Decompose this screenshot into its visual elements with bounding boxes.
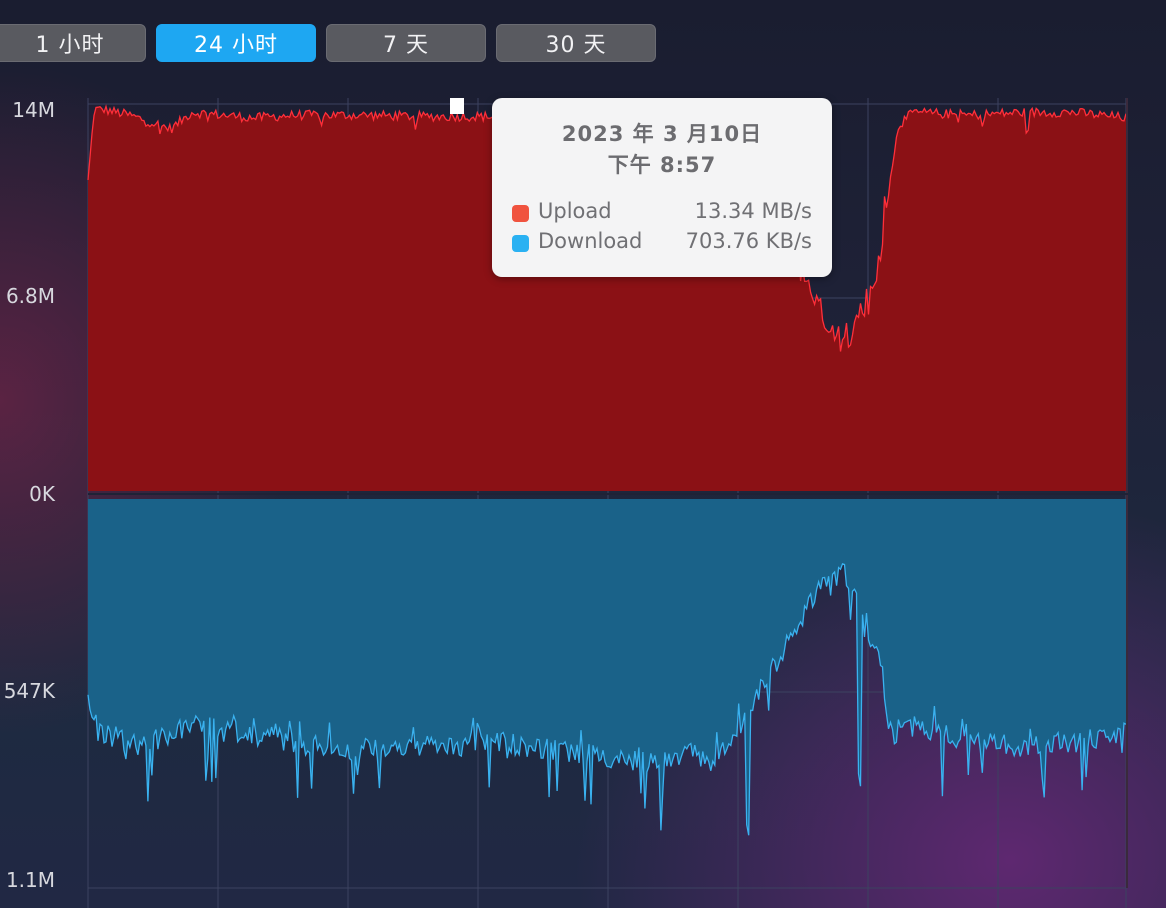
- tooltip-download-label: Download: [538, 229, 643, 253]
- download-swatch-icon: [512, 235, 529, 252]
- upload-swatch-icon: [512, 205, 529, 222]
- hover-cursor-marker: [450, 98, 464, 114]
- y-tick-label: 0K: [29, 482, 56, 506]
- tooltip-upload-label: Upload: [538, 199, 612, 223]
- tooltip-time: 下午 8:57: [607, 153, 717, 177]
- tooltip-row-download: Download 703.76 KB/s: [512, 229, 812, 257]
- tooltip-row-upload: Upload 13.34 MB/s: [512, 199, 812, 227]
- download-area: [88, 499, 1126, 836]
- y-tick-label: 1.1M: [6, 868, 55, 892]
- y-tick-label: 14M: [12, 98, 55, 122]
- chart-tooltip: 2023 年 3 月10日 下午 8:57 Upload 13.34 MB/s …: [492, 98, 832, 277]
- y-axis-labels: 14M 6.8M 0K 547K 1.1M: [4, 98, 56, 892]
- y-tick-label: 547K: [4, 679, 56, 703]
- tooltip-download-value: 703.76 KB/s: [685, 229, 812, 253]
- y-tick-label: 6.8M: [6, 284, 55, 308]
- tooltip-upload-value: 13.34 MB/s: [694, 199, 812, 223]
- tooltip-date: 2023 年 3 月10日: [561, 122, 763, 146]
